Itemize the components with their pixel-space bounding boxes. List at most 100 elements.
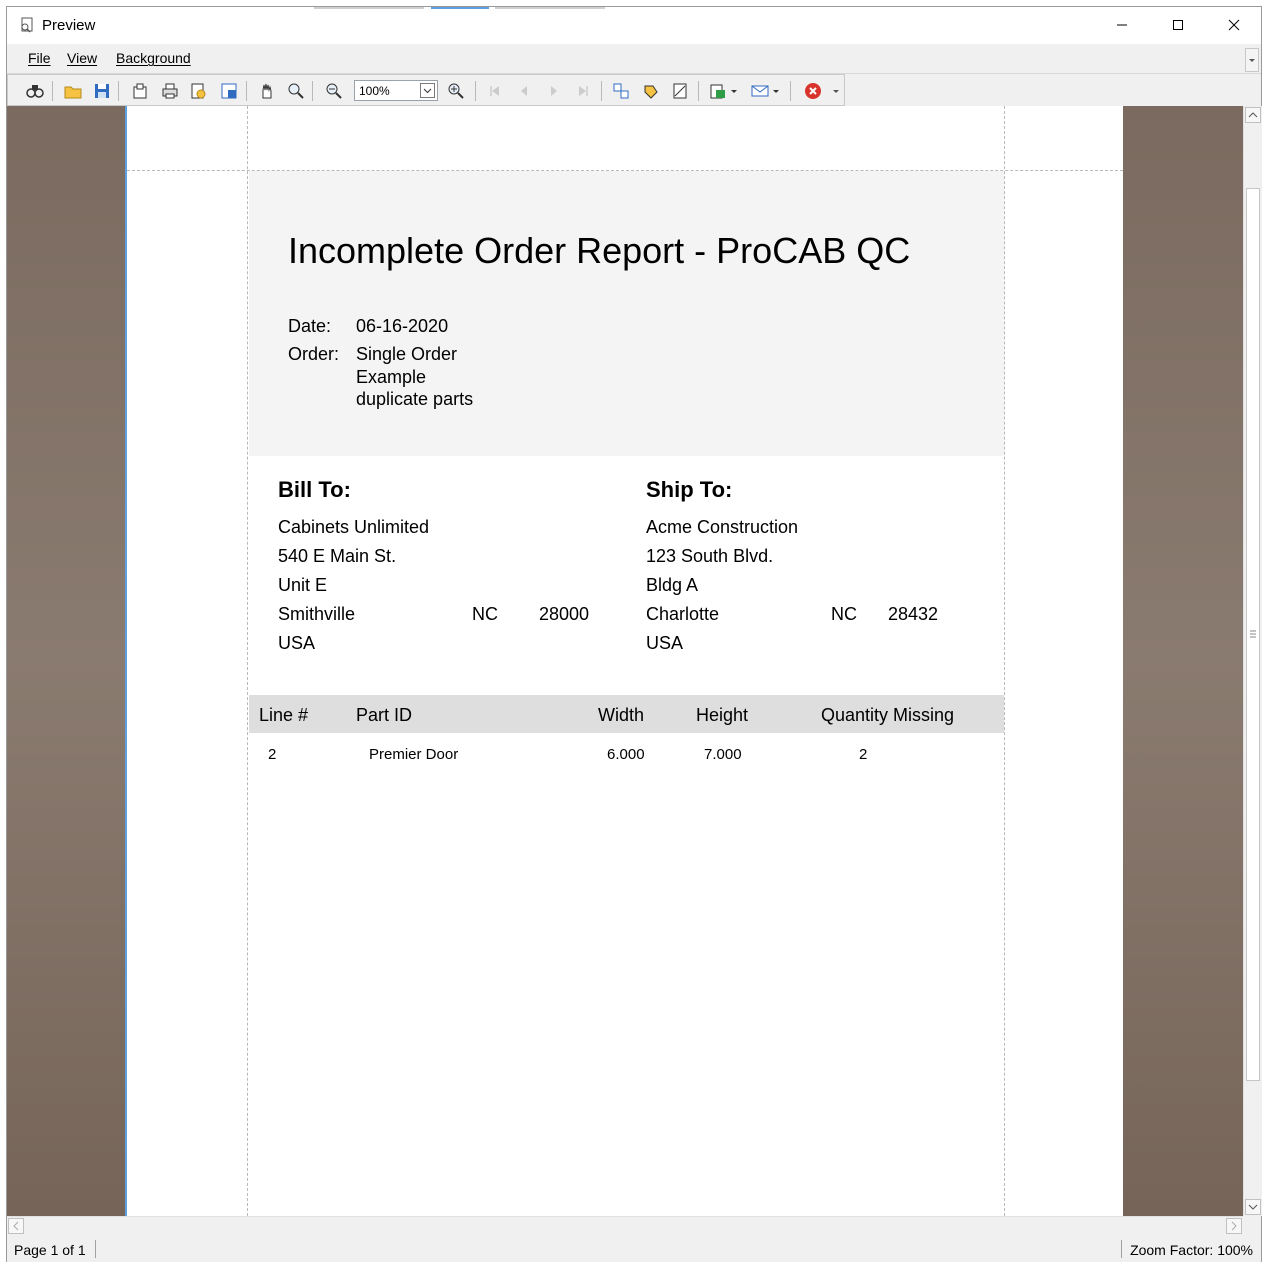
toolbar-separator bbox=[118, 81, 119, 101]
zoom-factor: Zoom Factor: 100% bbox=[1130, 1242, 1253, 1258]
close-preview-icon[interactable] bbox=[803, 81, 823, 101]
toolbar-separator bbox=[246, 81, 247, 101]
find-icon[interactable] bbox=[25, 81, 45, 101]
status-separator bbox=[1121, 1240, 1122, 1258]
date-label: Date: bbox=[288, 316, 332, 336]
ship-to-heading: Ship To: bbox=[646, 477, 733, 502]
ship-to-country: USA bbox=[646, 633, 684, 653]
toolbar-separator bbox=[475, 81, 476, 101]
cell-width: 6.000 bbox=[607, 746, 645, 763]
cell-part-id: Premier Door bbox=[369, 746, 459, 763]
report-page: Incomplete Order Report - ProCAB QC Date… bbox=[125, 106, 1123, 1216]
bill-to-zip: 28000 bbox=[539, 604, 590, 624]
vertical-scroll-thumb[interactable] bbox=[1246, 188, 1260, 1081]
ship-to-address2: Bldg A bbox=[646, 575, 699, 595]
email-dropdown-icon[interactable] bbox=[770, 81, 782, 101]
next-page-icon[interactable] bbox=[544, 81, 564, 101]
preview-app-icon bbox=[19, 17, 35, 33]
bill-to-state: NC bbox=[472, 604, 498, 624]
export-dropdown-icon[interactable] bbox=[728, 81, 740, 101]
email-icon[interactable] bbox=[750, 81, 770, 101]
toolbar-separator bbox=[312, 81, 313, 101]
bill-to-name: Cabinets Unlimited bbox=[278, 517, 430, 537]
cell-height: 7.000 bbox=[704, 746, 742, 763]
cell-quantity-missing: 2 bbox=[859, 746, 868, 763]
column-header-height: Height bbox=[696, 705, 749, 725]
menu-overflow-button[interactable] bbox=[1245, 48, 1259, 72]
column-header-line: Line # bbox=[259, 705, 309, 725]
bill-to-city: Smithville bbox=[278, 604, 356, 624]
page-setup-icon[interactable] bbox=[130, 81, 150, 101]
zoom-out-icon[interactable] bbox=[324, 81, 344, 101]
print-preview-icon[interactable] bbox=[189, 81, 209, 101]
page-indicator: Page 1 of 1 bbox=[14, 1242, 86, 1258]
title-bar: Preview bbox=[7, 7, 1261, 44]
hand-tool-icon[interactable] bbox=[257, 81, 277, 101]
menu-file[interactable]: File bbox=[28, 50, 51, 66]
toolbar-overflow-icon[interactable] bbox=[830, 81, 842, 101]
previous-page-icon[interactable] bbox=[514, 81, 534, 101]
scale-icon[interactable] bbox=[219, 81, 239, 101]
toolbar: 100% bbox=[7, 74, 845, 106]
column-header-part-id: Part ID bbox=[356, 705, 413, 725]
first-page-icon[interactable] bbox=[485, 81, 505, 101]
watermark-icon[interactable] bbox=[670, 81, 690, 101]
bill-to-country: USA bbox=[278, 633, 316, 653]
ship-to-address1: 123 South Blvd. bbox=[646, 546, 774, 566]
document-viewport[interactable]: Incomplete Order Report - ProCAB QC Date… bbox=[7, 106, 1243, 1216]
status-bar: Page 1 of 1 Zoom Factor: 100% bbox=[7, 1236, 1261, 1262]
scroll-left-icon[interactable] bbox=[8, 1218, 24, 1234]
preview-window: Preview File View Background 100% Incomp… bbox=[6, 6, 1262, 1262]
magnifier-icon[interactable] bbox=[286, 81, 306, 101]
status-separator bbox=[95, 1240, 96, 1258]
report-title: Incomplete Order Report - ProCAB QC bbox=[288, 230, 911, 271]
toolbar-separator bbox=[52, 81, 53, 101]
menu-background[interactable]: Background bbox=[116, 50, 191, 66]
date-value: 06-16-2020 bbox=[356, 316, 449, 336]
cell-line: 2 bbox=[268, 746, 277, 763]
scroll-up-icon[interactable] bbox=[1245, 107, 1261, 123]
order-value: Single Order Example duplicate parts bbox=[356, 344, 474, 409]
toolbar-separator bbox=[601, 81, 602, 101]
scroll-down-icon[interactable] bbox=[1245, 1199, 1261, 1215]
toolbar-separator bbox=[698, 81, 699, 101]
zoom-value: 100% bbox=[359, 84, 390, 98]
order-label: Order: bbox=[288, 344, 340, 364]
table-header: Line # Part ID Width Height Quantity Mis… bbox=[249, 695, 1004, 733]
multiple-pages-icon[interactable] bbox=[611, 81, 631, 101]
column-header-quantity-missing: Quantity Missing bbox=[821, 705, 955, 725]
chevron-down-icon[interactable] bbox=[420, 83, 435, 98]
save-icon[interactable] bbox=[92, 81, 112, 101]
vertical-scrollbar[interactable] bbox=[1243, 106, 1262, 1216]
title-bar-decoration bbox=[314, 7, 424, 9]
report-header-band bbox=[249, 171, 1004, 456]
bill-to-address2: Unit E bbox=[278, 575, 328, 595]
print-icon[interactable] bbox=[160, 81, 180, 101]
bill-to-heading: Bill To: bbox=[278, 477, 351, 502]
window-title: Preview bbox=[42, 17, 96, 34]
menu-view[interactable]: View bbox=[67, 50, 97, 66]
ship-to-zip: 28432 bbox=[888, 604, 939, 624]
menu-bar: File View Background bbox=[7, 44, 1261, 74]
bill-to-address1: 540 E Main St. bbox=[278, 546, 397, 566]
ship-to-city: Charlotte bbox=[646, 604, 720, 624]
zoom-in-icon[interactable] bbox=[446, 81, 466, 101]
color-icon[interactable] bbox=[641, 81, 661, 101]
zoom-select[interactable]: 100% bbox=[354, 80, 438, 101]
close-button[interactable] bbox=[1211, 7, 1257, 43]
ship-to-state: NC bbox=[831, 604, 857, 624]
minimize-button[interactable] bbox=[1099, 7, 1145, 43]
column-header-width: Width bbox=[598, 705, 645, 725]
horizontal-scrollbar[interactable] bbox=[7, 1216, 1243, 1235]
margin-guide bbox=[247, 106, 248, 1216]
ship-to-name: Acme Construction bbox=[646, 517, 799, 537]
margin-guide bbox=[1004, 106, 1005, 1216]
last-page-icon[interactable] bbox=[573, 81, 593, 101]
title-bar-decoration bbox=[495, 7, 605, 9]
open-icon[interactable] bbox=[63, 81, 83, 101]
maximize-button[interactable] bbox=[1155, 7, 1201, 43]
toolbar-separator bbox=[790, 81, 791, 101]
scroll-right-icon[interactable] bbox=[1226, 1218, 1242, 1234]
export-icon[interactable] bbox=[708, 81, 728, 101]
title-bar-decoration bbox=[431, 7, 489, 9]
